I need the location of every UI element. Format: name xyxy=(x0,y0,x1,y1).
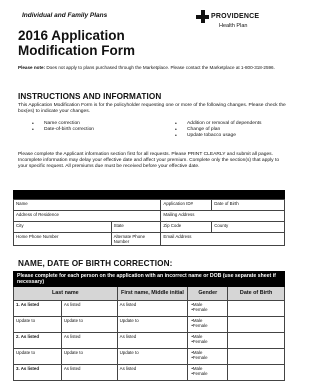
providence-logo: PROVIDENCE Health Plan xyxy=(196,10,286,34)
table-row: 3. As listed As listed As listed MaleFem… xyxy=(13,364,285,381)
gender-female[interactable]: Female xyxy=(190,307,225,312)
instructions-heading: INSTRUCTIONS AND INFORMATION xyxy=(18,92,162,101)
col-dob: Date of Birth xyxy=(227,286,285,301)
dob-cell[interactable] xyxy=(227,300,285,317)
gender-cell[interactable]: MaleFemale xyxy=(187,300,229,317)
dob-field[interactable]: Date of Birth xyxy=(211,199,285,211)
gender-cell[interactable]: MaleFemale xyxy=(187,316,229,333)
gender-female[interactable]: Female xyxy=(190,323,225,328)
zip-field[interactable]: Zip Code xyxy=(160,221,213,233)
dob-cell[interactable] xyxy=(227,364,285,381)
city-field[interactable]: City xyxy=(13,221,112,233)
gender-female[interactable]: Female xyxy=(190,355,225,360)
last-name-cell[interactable]: As listed xyxy=(60,364,118,381)
gender-female[interactable]: Female xyxy=(190,339,225,344)
last-name-cell[interactable]: Update to xyxy=(60,348,118,365)
gender-cell[interactable]: MaleFemale xyxy=(187,348,229,365)
marketplace-note: Please note: Does not apply to plans pur… xyxy=(18,62,284,74)
option-tobacco[interactable]: Update tobacco usage xyxy=(173,133,262,139)
logo-name: PROVIDENCE xyxy=(211,13,260,20)
col-gender: Gender xyxy=(187,286,229,301)
instructions-paragraph: Please complete the Applicant informatio… xyxy=(18,152,280,169)
applicant-section-bar xyxy=(13,190,285,199)
name-field[interactable]: Name xyxy=(12,199,162,211)
home-phone-field[interactable]: Home Phone Number xyxy=(13,232,112,246)
row-label: 1. As listed xyxy=(13,300,62,317)
table-row: Update to Update to Update to MaleFemale xyxy=(13,316,285,333)
row-label: 2. As listed xyxy=(13,332,62,349)
last-name-cell[interactable]: As listed xyxy=(60,300,118,317)
gender-cell[interactable]: MaleFemale xyxy=(187,364,229,381)
first-name-cell[interactable]: Update to xyxy=(116,348,189,365)
residence-address-field[interactable]: Address of Residence xyxy=(12,210,162,222)
state-field[interactable]: State xyxy=(110,221,162,233)
cross-icon xyxy=(196,10,209,23)
name-dob-heading: NAME, DATE OF BIRTH CORRECTION: xyxy=(18,259,173,268)
table-row: 1. As listed As listed As listed MaleFem… xyxy=(13,300,285,317)
first-name-cell[interactable]: As listed xyxy=(116,332,189,349)
first-name-cell[interactable]: As listed xyxy=(116,300,189,317)
first-name-cell[interactable]: As listed xyxy=(116,364,189,381)
county-field[interactable]: County xyxy=(211,221,285,233)
form-title: 2016 Application Modification Form xyxy=(18,28,135,58)
note-label: Please note: xyxy=(18,65,46,70)
col-last-name: Last name xyxy=(13,286,118,301)
first-name-cell[interactable]: Update to xyxy=(116,316,189,333)
email-field[interactable]: Email Address xyxy=(160,232,285,246)
name-dob-banner: Please complete for each person on the a… xyxy=(13,271,285,287)
table-row: 2. As listed As listed As listed MaleFem… xyxy=(13,332,285,349)
dob-cell[interactable] xyxy=(227,348,285,365)
dob-cell[interactable] xyxy=(227,316,285,333)
last-name-cell[interactable]: As listed xyxy=(60,332,118,349)
row-label: Update to xyxy=(13,316,62,333)
application-id-field[interactable]: Application ID# xyxy=(160,199,213,211)
alt-phone-field[interactable]: Alternate Phone Number xyxy=(110,232,162,246)
gender-cell[interactable]: MaleFemale xyxy=(187,332,229,349)
gender-female[interactable]: Female xyxy=(190,371,225,376)
last-name-cell[interactable]: Update to xyxy=(60,316,118,333)
logo-subtitle: Health Plan xyxy=(219,23,248,29)
row-label: Update to xyxy=(13,348,62,365)
applicant-info-table: Name Application ID# Date of Birth Addre… xyxy=(12,199,285,246)
table-row: Update to Update to Update to MaleFemale xyxy=(13,348,285,365)
dob-cell[interactable] xyxy=(227,332,285,349)
option-dob-correction[interactable]: Date-of-birth correction xyxy=(30,127,94,133)
col-first-name: First name, Middle initial xyxy=(116,286,189,301)
row-label: 3. As listed xyxy=(13,364,62,381)
name-dob-table: Please complete for each person on the a… xyxy=(13,271,285,381)
instructions-intro: This Application Modification Form is fo… xyxy=(18,103,286,114)
note-text: Does not apply to plans purchased throug… xyxy=(45,65,275,70)
mailing-address-field[interactable]: Mailing Address xyxy=(160,210,285,222)
plan-type-label: Individual and Family Plans xyxy=(22,12,108,19)
